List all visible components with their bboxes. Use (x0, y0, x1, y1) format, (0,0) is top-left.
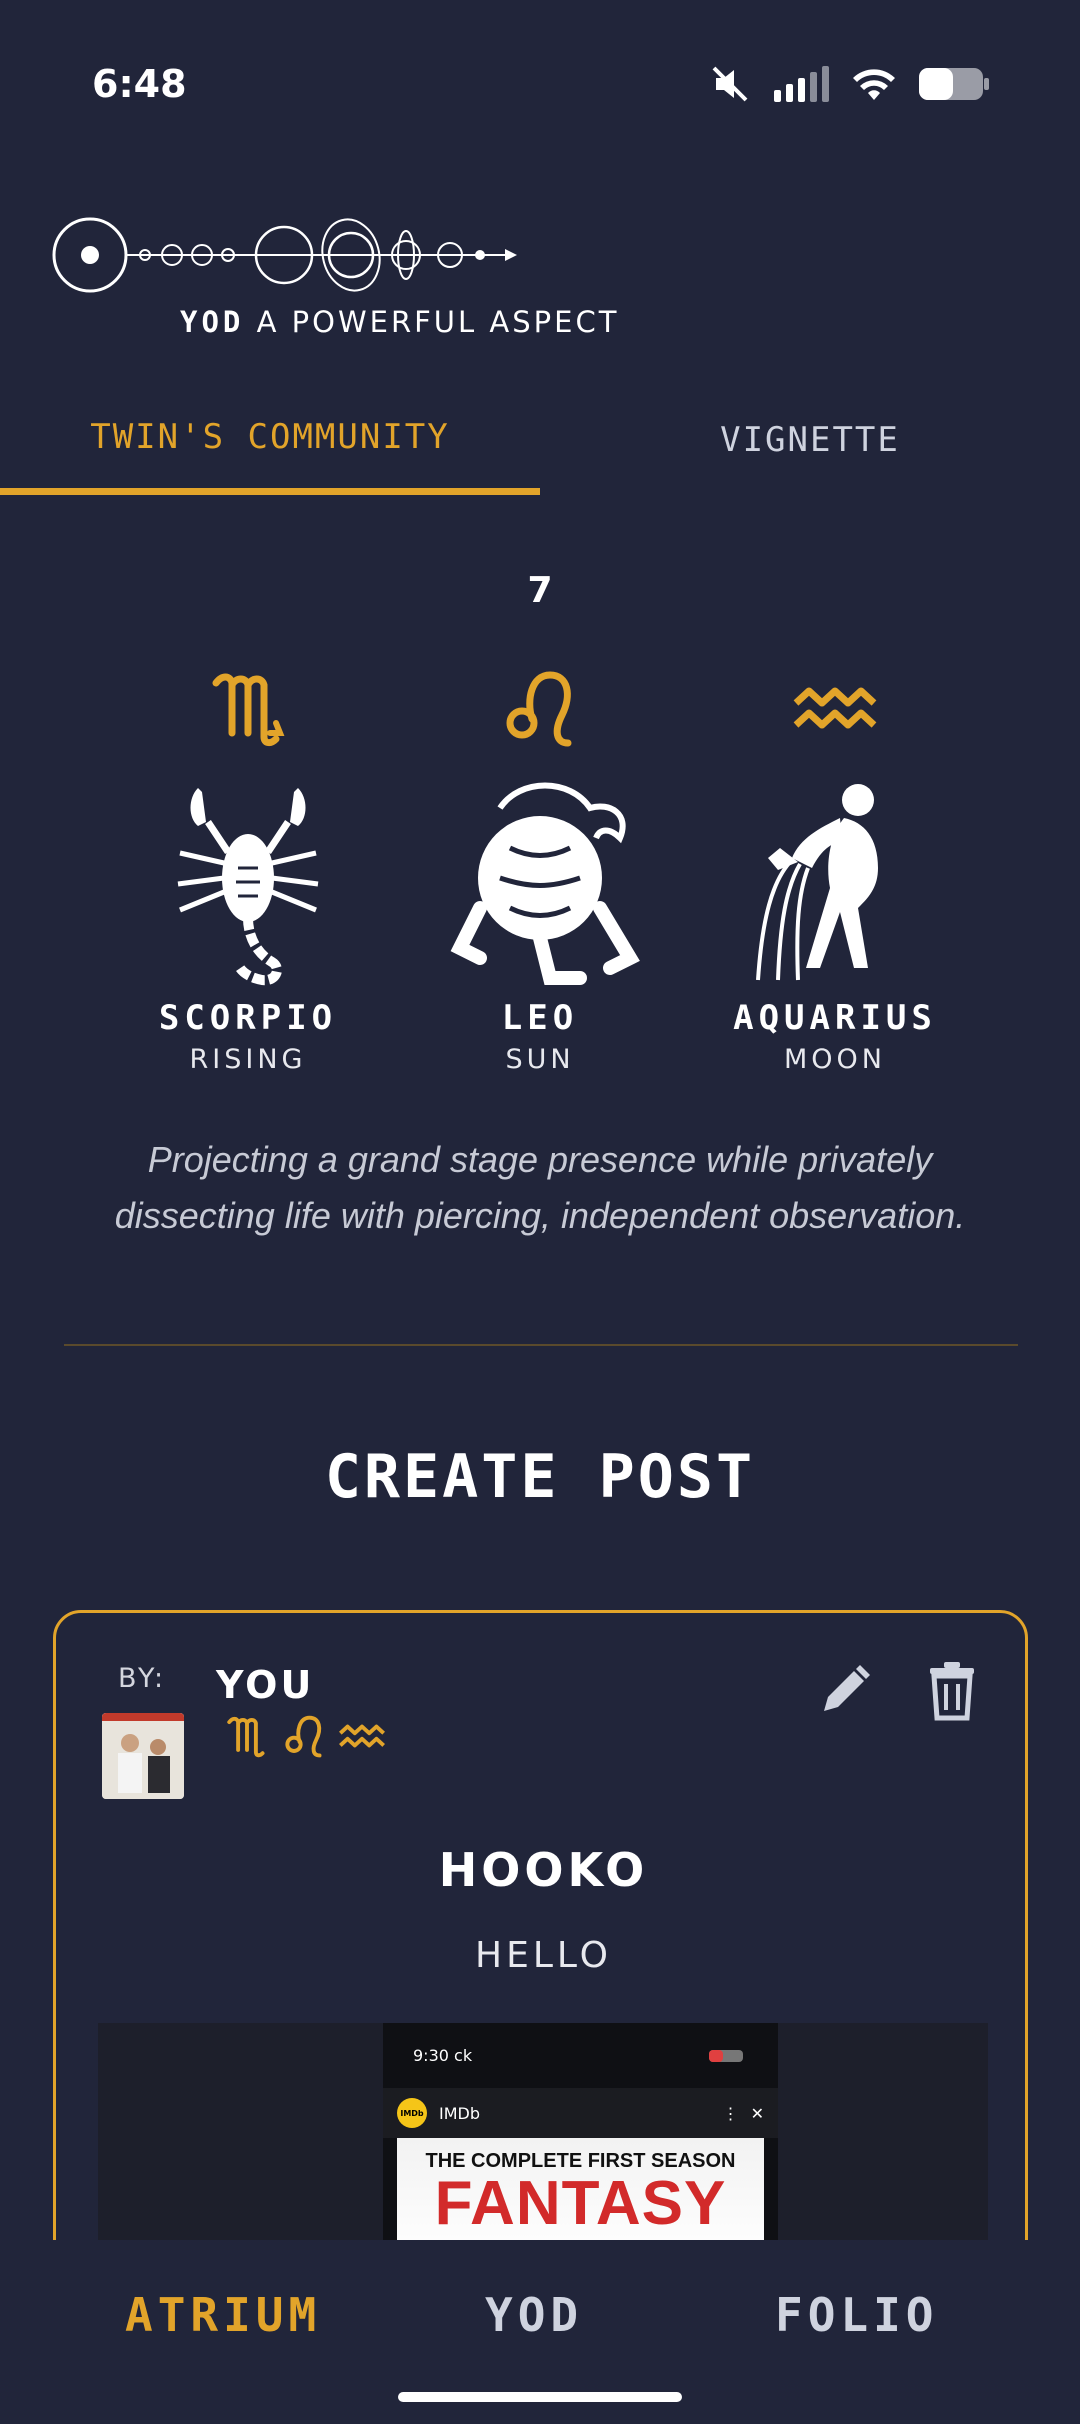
tab-vignette[interactable]: VIGNETTE (540, 385, 1080, 495)
avatar[interactable] (102, 1713, 184, 1799)
battery-icon (709, 2049, 743, 2062)
screenshot-app-bar: IMDb IMDb ⋮ ✕ (383, 2088, 778, 2138)
wifi-icon (853, 69, 895, 100)
planets-logo-icon (52, 217, 517, 293)
sign-scorpio: SCORPIO RISING (118, 660, 378, 1075)
bottom-nav: ATRIUM YOD FOLIO (0, 2240, 1080, 2424)
poster-top-text: THE COMPLETE FIRST SEASON (425, 2150, 736, 2172)
lion-icon (410, 775, 670, 990)
aspect-number: 7 (527, 570, 553, 611)
poster-main-text: FANTASY (434, 2169, 727, 2238)
status-time: 6:48 (92, 62, 187, 106)
sign-name: LEO (501, 998, 579, 1038)
imdb-logo-icon: IMDb (397, 2098, 427, 2128)
brand-tagline: A POWERFUL ASPECT (256, 305, 620, 339)
tab-bar: TWIN'S COMMUNITY VIGNETTE (0, 385, 1080, 495)
leo-glyph-icon (285, 1715, 322, 1758)
brand-title: YOD A POWERFUL ASPECT (180, 305, 619, 339)
sign-role: SUN (505, 1044, 575, 1075)
status-bar: 6:48 (0, 0, 1080, 150)
delete-post-button[interactable] (922, 1658, 982, 1722)
tab-twins-community[interactable]: TWIN'S COMMUNITY (0, 385, 540, 495)
more-icon: ⋮ (722, 2103, 739, 2123)
sign-role: MOON (784, 1044, 886, 1075)
post-body: HELLO (475, 1935, 612, 1976)
nav-yod[interactable]: YOD (485, 2288, 583, 2342)
water-bearer-icon (705, 775, 965, 990)
aquarius-glyph-icon (705, 660, 965, 755)
signal-icon (774, 66, 829, 102)
status-icons (710, 64, 990, 104)
sign-name: SCORPIO (158, 998, 338, 1038)
nav-folio[interactable]: FOLIO (775, 2288, 938, 2342)
brand-yod: YOD (180, 305, 245, 339)
sign-role: RISING (189, 1044, 307, 1075)
screenshot-time: 9:30 (413, 2046, 449, 2065)
mute-icon (712, 66, 748, 102)
nav-atrium[interactable]: ATRIUM (125, 2288, 321, 2342)
home-indicator[interactable] (398, 2392, 682, 2402)
close-icon: ✕ (750, 2103, 764, 2123)
scorpion-icon (118, 775, 378, 990)
zodiac-signs: SCORPIO RISING LEO SUN AQUARIUS MOON (0, 660, 1080, 1100)
battery-icon (919, 68, 989, 100)
sign-name: AQUARIUS (733, 998, 937, 1038)
screenshot-app-name: IMDb (439, 2103, 480, 2123)
leo-glyph-icon (410, 660, 670, 755)
create-post-title[interactable]: CREATE POST (0, 1442, 1080, 1512)
sign-leo: LEO SUN (410, 660, 670, 1075)
scorpio-glyph-icon (227, 1716, 265, 1758)
aquarius-glyph-icon (339, 1724, 385, 1748)
author-signs (221, 1711, 389, 1761)
trash-icon (930, 1662, 974, 1721)
edit-post-button[interactable] (814, 1661, 874, 1721)
sign-aquarius: AQUARIUS MOON (705, 660, 965, 1075)
author-name: YOU (216, 1663, 315, 1707)
divider (64, 1344, 1018, 1346)
pencil-icon (824, 1665, 870, 1711)
scorpio-glyph-icon (118, 660, 378, 755)
screenshot-status-extra: ck (454, 2046, 473, 2065)
screenshot-status-bar: 9:30 ck (383, 2023, 778, 2088)
aspect-description: Projecting a grand stage presence while … (114, 1139, 966, 1236)
post-title: HOOKO (438, 1843, 649, 1897)
by-label: BY: (118, 1663, 167, 1694)
